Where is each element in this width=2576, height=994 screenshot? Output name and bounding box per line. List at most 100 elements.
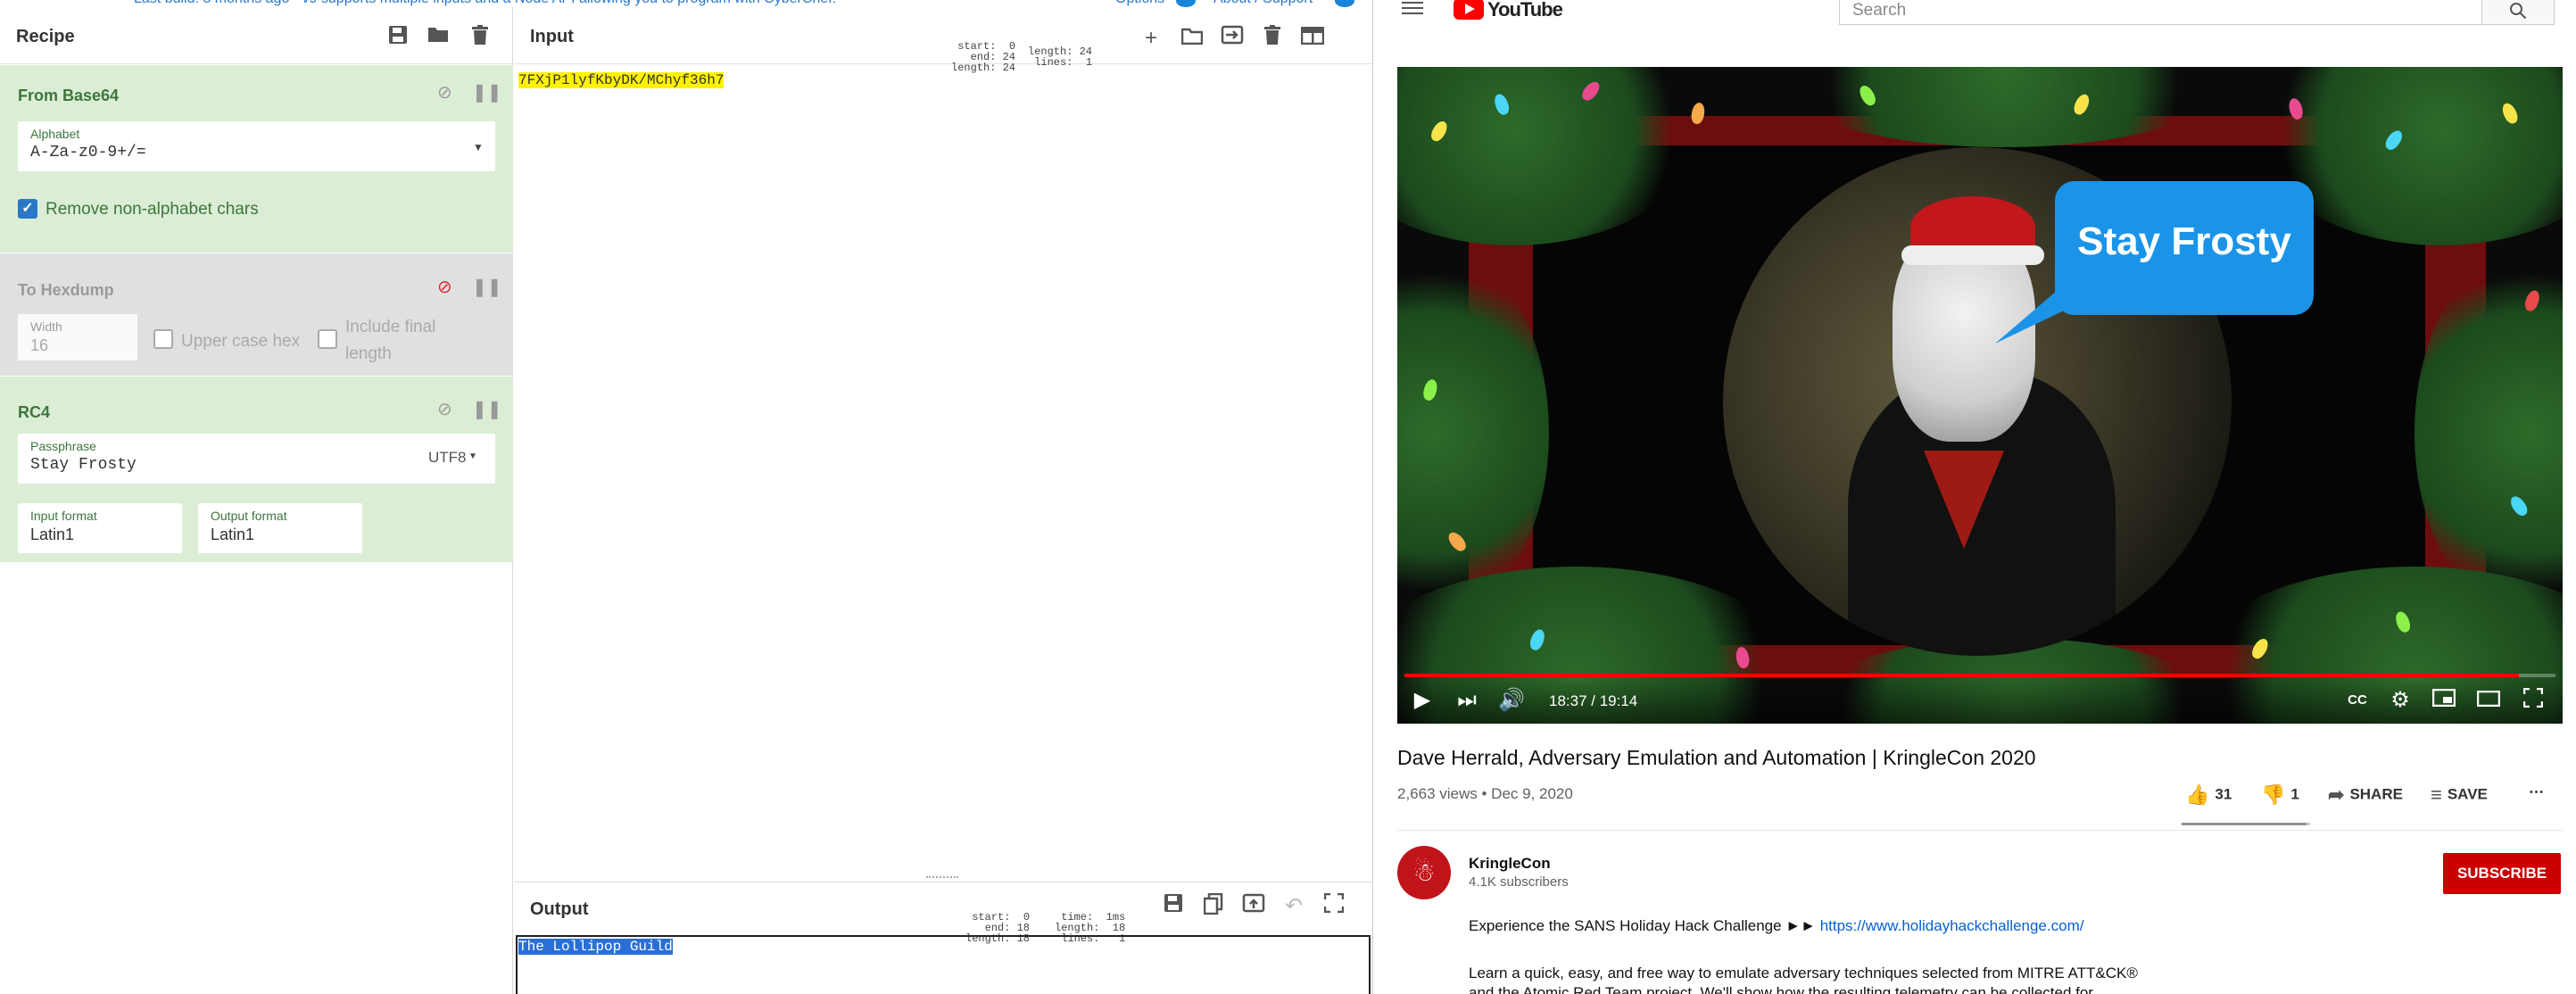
maximise-output-icon[interactable] — [1319, 892, 1349, 920]
input-stats-size: length: 24 lines: 1 — [1028, 46, 1093, 69]
fullscreen-icon[interactable] — [2519, 687, 2547, 714]
remove-nonalphabet-checkbox[interactable]: ✓ — [18, 199, 37, 219]
search-button[interactable] — [2481, 0, 2555, 25]
clear-input-icon[interactable] — [1257, 25, 1288, 52]
play-icon[interactable]: ▶ — [1408, 688, 1437, 713]
field-label: Output format — [211, 509, 287, 523]
input-textarea[interactable]: 7FXjP1lyfKbyDK/MChyf36h7 — [518, 72, 725, 88]
upper-case-hex-checkbox[interactable] — [153, 329, 173, 349]
captions-icon[interactable]: CC — [2343, 688, 2372, 713]
resize-handle[interactable] — [926, 876, 958, 880]
description-text: Experience the SANS Holiday Hack Challen… — [1469, 917, 1820, 934]
operation-from-base64[interactable]: From Base64 ⊘ ❚❚ Alphabet A-Za-z0-9+/= ▼… — [0, 65, 513, 253]
output-pane: Output start: 0 end: 18 length: 18 time: 1… — [514, 876, 1372, 994]
speech-bubble-text: Stay Frosty — [2077, 220, 2291, 263]
settings-icon[interactable]: ⚙ — [2386, 688, 2414, 713]
options-gear-icon[interactable] — [1176, 0, 1196, 7]
channel-name[interactable]: KringleCon — [1469, 855, 1551, 873]
time-display: 18:37 / 19:14 — [1549, 692, 1638, 709]
include-final-length-checkbox[interactable] — [318, 329, 337, 349]
progress-bar[interactable] — [1404, 674, 2555, 677]
build-notice[interactable]: Last build: 8 months ago - v9 supports m… — [134, 0, 836, 7]
checkbox-label: Include final — [345, 318, 436, 336]
undo-icon[interactable]: ↶ — [1279, 893, 1309, 920]
checkbox-label: Upper case hex — [181, 332, 301, 351]
operation-name: To Hexdump — [18, 281, 114, 299]
reset-layout-icon[interactable] — [1297, 25, 1328, 52]
field-label: Passphrase — [30, 439, 96, 453]
dislike-button[interactable]: 👎 1 — [2261, 783, 2299, 807]
more-actions-icon[interactable]: ⋯ — [2529, 783, 2544, 801]
input-format-select[interactable]: Input format Latin1 — [18, 503, 182, 553]
open-folder-icon[interactable] — [1177, 25, 1207, 52]
operation-to-hexdump[interactable]: To Hexdump ⊘ ❚❚ Width 16 Upper case hex … — [0, 253, 513, 376]
breakpoint-icon[interactable]: ❚❚ — [472, 81, 502, 104]
output-format-select[interactable]: Output format Latin1 — [198, 503, 362, 553]
field-value: Stay Frosty — [30, 456, 137, 474]
load-recipe-icon[interactable] — [425, 25, 451, 48]
video-views-date: 2,663 views • Dec 9, 2020 — [1397, 785, 1573, 802]
field-value: Latin1 — [211, 526, 255, 543]
operation-rc4[interactable]: RC4 ⊘ ❚❚ Passphrase Stay Frosty UTF8 ▼ I… — [0, 377, 513, 562]
options-link[interactable]: Options — [1115, 0, 1164, 7]
top-banner: Last build: 8 months ago - v9 supports m… — [0, 0, 1372, 7]
description-body: Learn a quick, easy, and free way to emu… — [1469, 964, 2272, 994]
breakpoint-icon[interactable]: ❚❚ — [472, 276, 502, 298]
search-placeholder: Search — [1852, 1, 1907, 20]
menu-icon[interactable] — [1402, 2, 1423, 16]
passphrase-input[interactable]: Passphrase Stay Frosty UTF8 ▼ — [18, 434, 495, 484]
checkbox-label: length — [345, 344, 392, 363]
chevron-down-icon: ▼ — [473, 141, 484, 153]
video-title: Dave Herrald, Adversary Emulation and Au… — [1397, 746, 2036, 769]
save-button[interactable]: ≡ SAVE — [2431, 783, 2488, 807]
disable-operation-icon[interactable]: ⊘ — [437, 398, 452, 420]
youtube-play-logo-icon — [1454, 0, 1484, 20]
copy-output-icon[interactable] — [1198, 892, 1229, 920]
thumbs-down-icon: 👎 — [2261, 783, 2286, 806]
speech-bubble: Stay Frosty — [2055, 181, 2314, 315]
logo-text: YouTube — [1487, 0, 1563, 21]
next-icon[interactable]: ⏭ — [1453, 688, 1481, 713]
help-icon[interactable] — [1335, 0, 1354, 7]
operation-name: RC4 — [18, 403, 51, 421]
clear-recipe-icon[interactable] — [467, 25, 493, 48]
field-label: Alphabet — [30, 127, 80, 141]
alphabet-select[interactable]: Alphabet A-Za-z0-9+/= ▼ — [18, 121, 495, 171]
channel-subscribers: 4.1K subscribers — [1469, 874, 1569, 890]
youtube-window: YouTube Search Stay Frosty ▶ ⏭ 🔊 18:37 /… — [1372, 0, 2576, 994]
encoding-dropdown[interactable]: UTF8 — [428, 449, 467, 467]
volume-icon[interactable]: 🔊 — [1497, 688, 1526, 713]
video-player[interactable]: Stay Frosty ▶ ⏭ 🔊 18:37 / 19:14 CC ⚙ — [1397, 67, 2563, 724]
about-link[interactable]: About / Support — [1213, 0, 1313, 7]
subscribe-button[interactable]: SUBSCRIBE — [2443, 853, 2561, 894]
field-value: A-Za-z0-9+/= — [30, 144, 146, 162]
field-value: 16 — [30, 336, 49, 354]
like-button[interactable]: 👍 31 — [2185, 783, 2232, 807]
save-output-icon[interactable] — [1158, 893, 1189, 920]
theater-mode-icon[interactable] — [2474, 688, 2503, 713]
field-label: Width — [30, 319, 62, 334]
youtube-masthead: YouTube Search — [1373, 0, 2576, 36]
replace-input-icon[interactable] — [1238, 893, 1269, 920]
add-input-icon[interactable]: + — [1136, 25, 1166, 52]
disabled-operation-icon[interactable]: ⊘ — [437, 276, 452, 298]
width-input[interactable]: Width 16 — [18, 314, 137, 360]
save-recipe-icon[interactable] — [385, 25, 411, 48]
miniplayer-icon[interactable] — [2430, 688, 2458, 713]
breakpoint-icon[interactable]: ❚❚ — [472, 398, 502, 420]
santa-hat-trim — [1901, 245, 2044, 265]
like-count: 31 — [2215, 785, 2232, 803]
description-link[interactable]: https://www.holidayhackchallenge.com/ — [1820, 917, 2084, 934]
input-title: Input — [530, 27, 574, 46]
share-icon: ➦ — [2328, 783, 2345, 806]
output-textarea[interactable]: The Lollipop Guild — [516, 935, 1371, 994]
open-file-icon[interactable] — [1217, 25, 1247, 52]
output-title: Output — [530, 899, 589, 919]
recipe-header: Recipe — [0, 7, 512, 64]
search-input[interactable]: Search — [1839, 0, 2483, 25]
disable-operation-icon[interactable]: ⊘ — [437, 81, 452, 104]
share-label: SHARE — [2349, 785, 2403, 803]
share-button[interactable]: ➦ SHARE — [2328, 783, 2403, 807]
dislike-count: 1 — [2290, 785, 2299, 803]
channel-avatar[interactable]: ☃ — [1397, 846, 1451, 899]
